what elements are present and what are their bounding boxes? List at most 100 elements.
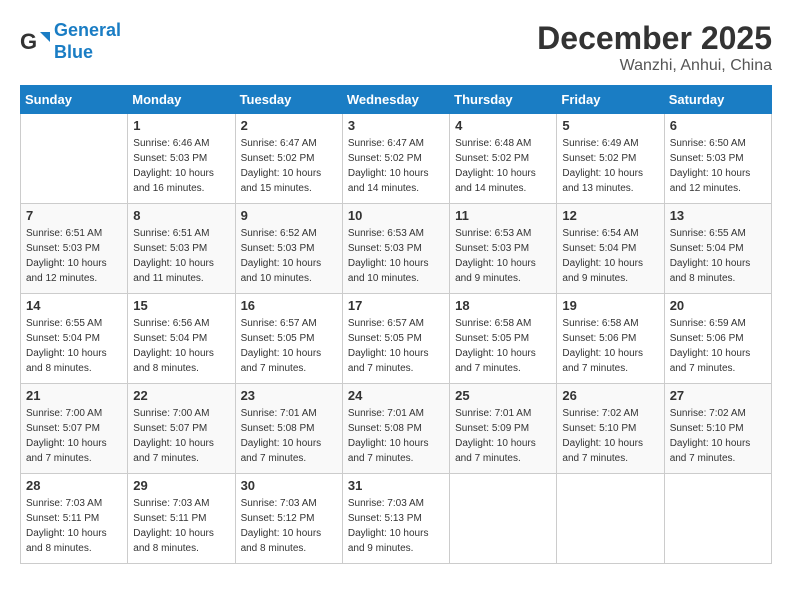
info-line: and 7 minutes.: [455, 451, 551, 466]
info-line: and 10 minutes.: [348, 271, 444, 286]
info-line: Daylight: 10 hours: [348, 166, 444, 181]
day-number: 12: [562, 208, 658, 223]
day-number: 1: [133, 118, 229, 133]
cell-info: Sunrise: 7:01 AMSunset: 5:09 PMDaylight:…: [455, 406, 551, 466]
cell-info: Sunrise: 7:02 AMSunset: 5:10 PMDaylight:…: [562, 406, 658, 466]
calendar-cell: [450, 474, 557, 564]
info-line: Sunset: 5:07 PM: [26, 421, 122, 436]
info-line: and 14 minutes.: [348, 181, 444, 196]
calendar-cell: 29Sunrise: 7:03 AMSunset: 5:11 PMDayligh…: [128, 474, 235, 564]
info-line: Sunrise: 6:51 AM: [133, 226, 229, 241]
calendar-cell: 16Sunrise: 6:57 AMSunset: 5:05 PMDayligh…: [235, 294, 342, 384]
info-line: Sunrise: 6:50 AM: [670, 136, 766, 151]
info-line: and 9 minutes.: [455, 271, 551, 286]
info-line: and 7 minutes.: [133, 451, 229, 466]
info-line: Sunset: 5:05 PM: [241, 331, 337, 346]
calendar-cell: 26 Sunrise: 7:02 AMSunset: 5:10 PMDayligh…: [557, 384, 664, 474]
cell-info: Sunrise: 6:53 AMSunset: 5:03 PMDaylight:…: [348, 226, 444, 286]
info-line: and 8 minutes.: [133, 361, 229, 376]
info-line: Daylight: 10 hours: [241, 346, 337, 361]
calendar-cell: 8Sunrise: 6:51 AMSunset: 5:03 PMDaylight…: [128, 204, 235, 294]
page-header: G General Blue December 2025 Wanzhi, Anh…: [20, 20, 772, 75]
cell-info: Sunrise: 6:46 AMSunset: 5:03 PMDaylight:…: [133, 136, 229, 196]
info-line: Daylight: 10 hours: [670, 166, 766, 181]
day-number: 30: [241, 478, 337, 493]
calendar-cell: 27Sunrise: 7:02 AMSunset: 5:10 PMDayligh…: [664, 384, 771, 474]
info-line: Sunrise: 6:46 AM: [133, 136, 229, 151]
cell-info: Sunrise: 6:53 AMSunset: 5:03 PMDaylight:…: [455, 226, 551, 286]
info-line: Sunrise: 6:47 AM: [348, 136, 444, 151]
logo-line2: Blue: [54, 42, 93, 62]
calendar-cell: 9 Sunrise: 6:52 AMSunset: 5:03 PMDaylight…: [235, 204, 342, 294]
cell-info: Sunrise: 6:48 AMSunset: 5:02 PMDaylight:…: [455, 136, 551, 196]
info-line: Sunset: 5:08 PM: [348, 421, 444, 436]
day-number: 31: [348, 478, 444, 493]
cell-info: Sunrise: 6:52 AMSunset: 5:03 PMDaylight:…: [241, 226, 337, 286]
info-line: Daylight: 10 hours: [26, 436, 122, 451]
calendar-cell: 23Sunrise: 7:01 AMSunset: 5:08 PMDayligh…: [235, 384, 342, 474]
info-line: Daylight: 10 hours: [26, 256, 122, 271]
day-number: 14: [26, 298, 122, 313]
cell-info: Sunrise: 6:57 AMSunset: 5:05 PMDaylight:…: [241, 316, 337, 376]
info-line: Sunset: 5:07 PM: [133, 421, 229, 436]
cell-info: Sunrise: 7:00 AMSunset: 5:07 PMDaylight:…: [133, 406, 229, 466]
info-line: and 7 minutes.: [455, 361, 551, 376]
info-line: Sunset: 5:03 PM: [133, 241, 229, 256]
calendar-cell: [664, 474, 771, 564]
info-line: Daylight: 10 hours: [348, 256, 444, 271]
info-line: Sunrise: 7:03 AM: [241, 496, 337, 511]
day-number: 26: [562, 388, 658, 403]
day-number: 23: [241, 388, 337, 403]
info-line: Sunrise: 7:01 AM: [348, 406, 444, 421]
cell-info: Sunrise: 6:51 AMSunset: 5:03 PMDaylight:…: [133, 226, 229, 286]
week-row-4: 21Sunrise: 7:00 AMSunset: 5:07 PMDayligh…: [21, 384, 772, 474]
col-header-tuesday: Tuesday: [235, 86, 342, 114]
logo-text: General Blue: [54, 20, 121, 63]
calendar-cell: 31Sunrise: 7:03 AMSunset: 5:13 PMDayligh…: [342, 474, 449, 564]
info-line: and 7 minutes.: [562, 361, 658, 376]
info-line: Sunset: 5:11 PM: [133, 511, 229, 526]
info-line: and 13 minutes.: [562, 181, 658, 196]
calendar-cell: 15Sunrise: 6:56 AMSunset: 5:04 PMDayligh…: [128, 294, 235, 384]
info-line: Sunrise: 7:00 AM: [26, 406, 122, 421]
col-header-friday: Friday: [557, 86, 664, 114]
info-line: Sunset: 5:04 PM: [133, 331, 229, 346]
day-number: 20: [670, 298, 766, 313]
info-line: Sunset: 5:03 PM: [133, 151, 229, 166]
info-line: Sunrise: 6:53 AM: [455, 226, 551, 241]
cell-info: Sunrise: 6:58 AMSunset: 5:05 PMDaylight:…: [455, 316, 551, 376]
day-number: 5: [562, 118, 658, 133]
info-line: Sunset: 5:06 PM: [562, 331, 658, 346]
cell-info: Sunrise: 6:50 AMSunset: 5:03 PMDaylight:…: [670, 136, 766, 196]
info-line: Sunrise: 6:59 AM: [670, 316, 766, 331]
info-line: Sunset: 5:13 PM: [348, 511, 444, 526]
day-number: 9: [241, 208, 337, 223]
info-line: Daylight: 10 hours: [133, 526, 229, 541]
day-number: 4: [455, 118, 551, 133]
info-line: and 12 minutes.: [26, 271, 122, 286]
info-line: Daylight: 10 hours: [241, 436, 337, 451]
info-line: Sunrise: 6:51 AM: [26, 226, 122, 241]
info-line: Sunrise: 6:55 AM: [26, 316, 122, 331]
day-number: 18: [455, 298, 551, 313]
cell-info: Sunrise: 6:56 AMSunset: 5:04 PMDaylight:…: [133, 316, 229, 376]
info-line: and 8 minutes.: [26, 541, 122, 556]
day-number: 19: [562, 298, 658, 313]
info-line: Sunset: 5:02 PM: [455, 151, 551, 166]
info-line: Sunset: 5:02 PM: [348, 151, 444, 166]
info-line: Sunset: 5:04 PM: [670, 241, 766, 256]
calendar-cell: 19Sunrise: 6:58 AMSunset: 5:06 PMDayligh…: [557, 294, 664, 384]
info-line: and 9 minutes.: [348, 541, 444, 556]
info-line: Daylight: 10 hours: [455, 436, 551, 451]
info-line: Daylight: 10 hours: [670, 346, 766, 361]
header-row: SundayMondayTuesdayWednesdayThursdayFrid…: [21, 86, 772, 114]
cell-info: Sunrise: 6:47 AMSunset: 5:02 PMDaylight:…: [241, 136, 337, 196]
info-line: Sunset: 5:03 PM: [26, 241, 122, 256]
info-line: Daylight: 10 hours: [26, 346, 122, 361]
calendar-cell: 1 Sunrise: 6:46 AMSunset: 5:03 PMDaylight…: [128, 114, 235, 204]
day-number: 25: [455, 388, 551, 403]
info-line: Sunrise: 6:55 AM: [670, 226, 766, 241]
day-number: 29: [133, 478, 229, 493]
info-line: Daylight: 10 hours: [670, 256, 766, 271]
info-line: Sunrise: 6:49 AM: [562, 136, 658, 151]
